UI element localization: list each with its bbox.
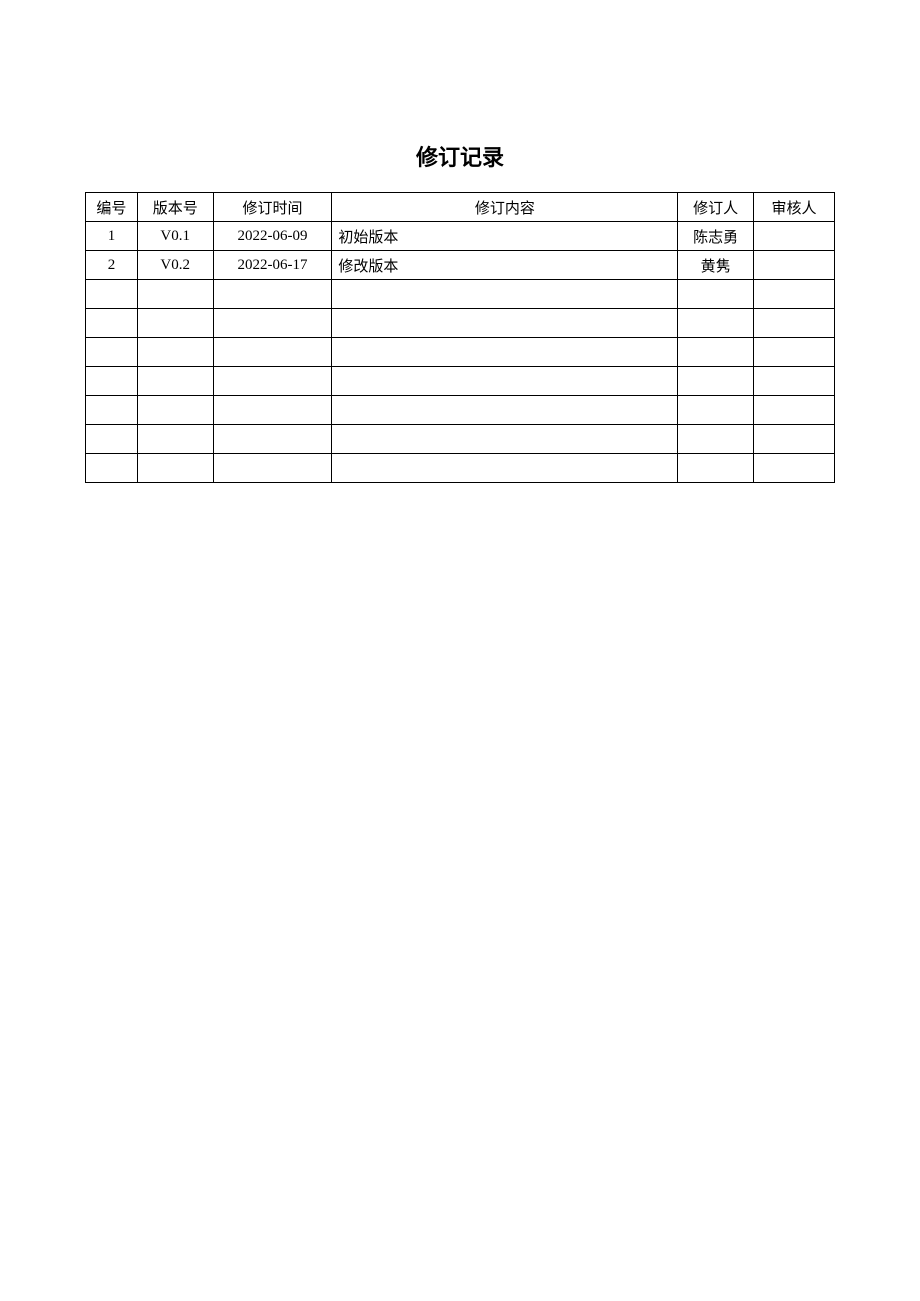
cell-date [213, 280, 332, 309]
header-editor: 修订人 [678, 193, 754, 222]
cell-editor [678, 454, 754, 483]
cell-content: 初始版本 [332, 222, 678, 251]
cell-date [213, 396, 332, 425]
cell-editor [678, 338, 754, 367]
cell-version [137, 367, 213, 396]
cell-date [213, 454, 332, 483]
table-row [86, 396, 835, 425]
cell-version: V0.1 [137, 222, 213, 251]
table-header-row: 编号 版本号 修订时间 修订内容 修订人 审核人 [86, 193, 835, 222]
cell-date [213, 425, 332, 454]
cell-reviewer [753, 309, 834, 338]
cell-editor [678, 425, 754, 454]
cell-id: 2 [86, 251, 138, 280]
table-row [86, 367, 835, 396]
cell-id [86, 338, 138, 367]
cell-content: 修改版本 [332, 251, 678, 280]
cell-editor [678, 309, 754, 338]
header-reviewer: 审核人 [753, 193, 834, 222]
cell-content [332, 338, 678, 367]
header-id: 编号 [86, 193, 138, 222]
table-row: 2 V0.2 2022-06-17 修改版本 黄隽 [86, 251, 835, 280]
cell-version [137, 454, 213, 483]
cell-editor: 黄隽 [678, 251, 754, 280]
cell-reviewer [753, 396, 834, 425]
table-row: 1 V0.1 2022-06-09 初始版本 陈志勇 [86, 222, 835, 251]
table-body: 1 V0.1 2022-06-09 初始版本 陈志勇 2 V0.2 2022-0… [86, 222, 835, 483]
cell-date [213, 338, 332, 367]
page-title: 修订记录 [85, 140, 835, 172]
cell-reviewer [753, 454, 834, 483]
cell-reviewer [753, 367, 834, 396]
cell-reviewer [753, 280, 834, 309]
cell-version [137, 396, 213, 425]
cell-editor [678, 396, 754, 425]
table-row [86, 280, 835, 309]
cell-content [332, 396, 678, 425]
header-content: 修订内容 [332, 193, 678, 222]
cell-version [137, 309, 213, 338]
cell-editor [678, 367, 754, 396]
cell-id [86, 454, 138, 483]
cell-date [213, 309, 332, 338]
cell-id [86, 396, 138, 425]
cell-content [332, 367, 678, 396]
cell-id [86, 280, 138, 309]
cell-version: V0.2 [137, 251, 213, 280]
cell-date [213, 367, 332, 396]
cell-reviewer [753, 222, 834, 251]
cell-content [332, 425, 678, 454]
cell-id: 1 [86, 222, 138, 251]
revision-table: 编号 版本号 修订时间 修订内容 修订人 审核人 1 V0.1 2022-06-… [85, 192, 835, 483]
cell-editor [678, 280, 754, 309]
table-row [86, 309, 835, 338]
cell-version [137, 280, 213, 309]
cell-version [137, 338, 213, 367]
cell-date: 2022-06-09 [213, 222, 332, 251]
cell-id [86, 367, 138, 396]
cell-content [332, 309, 678, 338]
header-date: 修订时间 [213, 193, 332, 222]
cell-id [86, 309, 138, 338]
cell-content [332, 280, 678, 309]
cell-id [86, 425, 138, 454]
cell-reviewer [753, 338, 834, 367]
cell-editor: 陈志勇 [678, 222, 754, 251]
cell-content [332, 454, 678, 483]
cell-date: 2022-06-17 [213, 251, 332, 280]
cell-reviewer [753, 425, 834, 454]
table-row [86, 338, 835, 367]
table-row [86, 454, 835, 483]
header-version: 版本号 [137, 193, 213, 222]
cell-version [137, 425, 213, 454]
table-row [86, 425, 835, 454]
cell-reviewer [753, 251, 834, 280]
